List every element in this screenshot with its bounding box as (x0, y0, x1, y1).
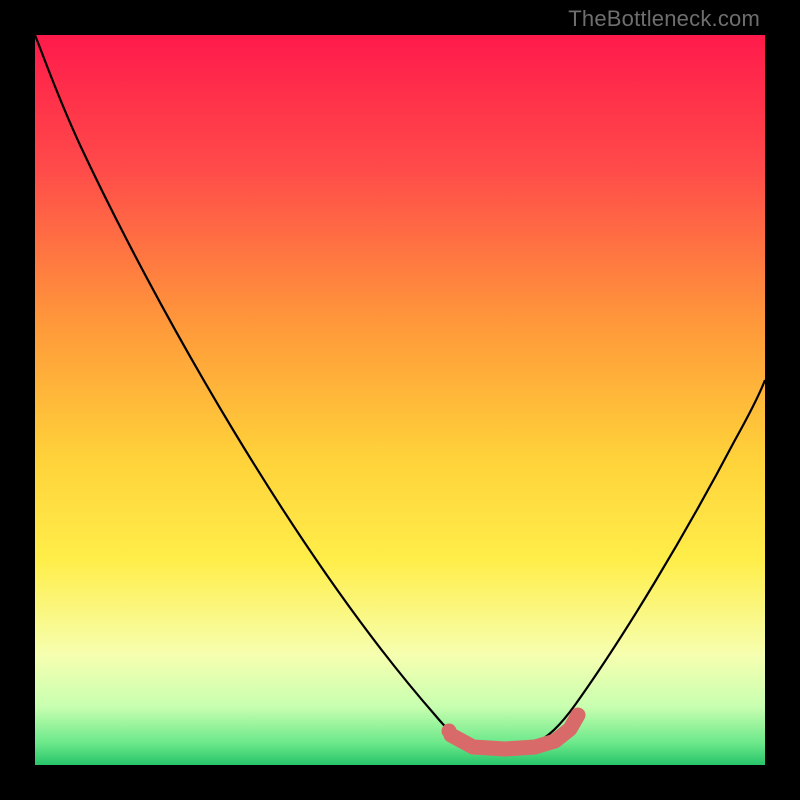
watermark-label: TheBottleneck.com (568, 6, 760, 32)
optimal-marker-start-dot (442, 724, 457, 739)
chart-frame: TheBottleneck.com (0, 0, 800, 800)
bottleneck-curve (35, 35, 765, 751)
plot-area (35, 35, 765, 765)
chart-lines (35, 35, 765, 765)
optimal-marker (451, 715, 578, 749)
